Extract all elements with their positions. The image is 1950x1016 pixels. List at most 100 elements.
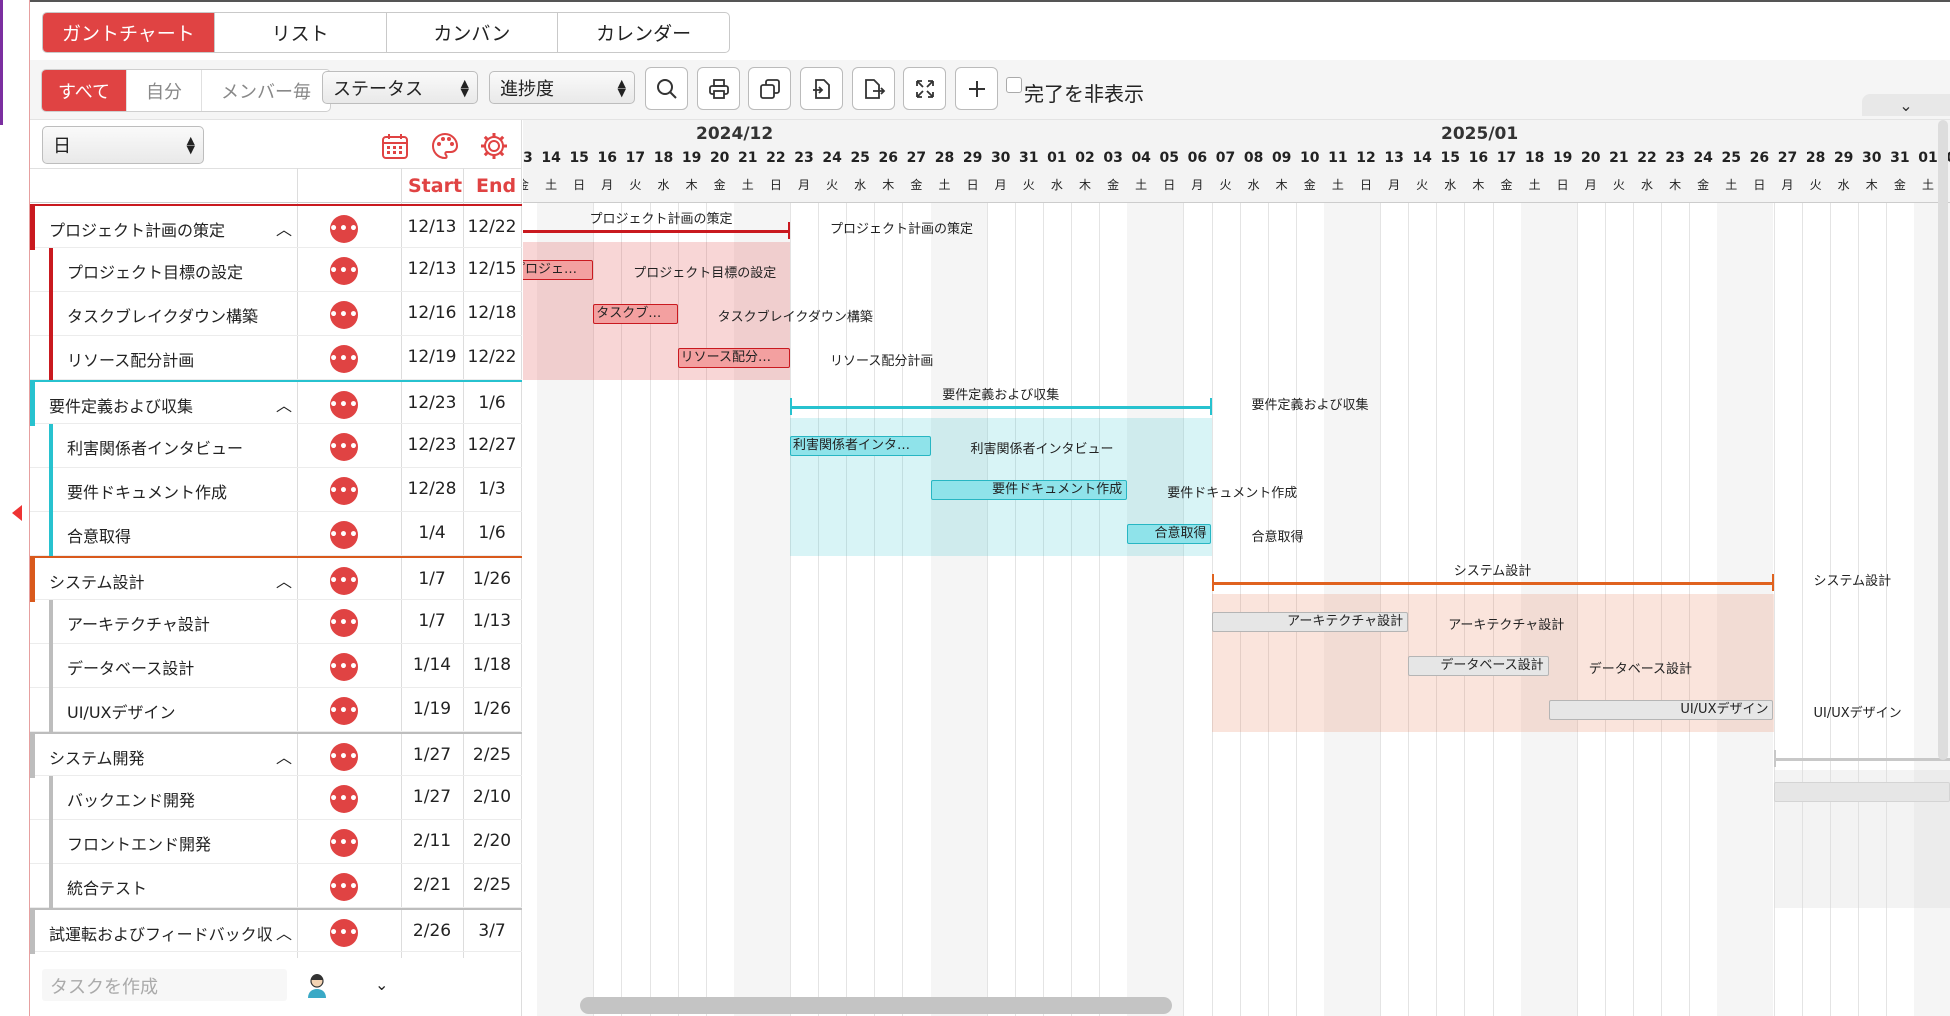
more-options-icon[interactable]: ••• bbox=[329, 919, 358, 947]
task-end-date[interactable]: 1/18 bbox=[462, 655, 522, 675]
task-bar[interactable]: 要件ドキュメント作成 bbox=[930, 480, 1128, 500]
task-start-date[interactable]: 1/14 bbox=[402, 655, 462, 675]
more-options-icon[interactable]: ••• bbox=[329, 785, 358, 813]
task-start-date[interactable]: 12/19 bbox=[402, 347, 462, 367]
status-select[interactable]: ステータス ▲ ▼ bbox=[322, 71, 478, 104]
task-name[interactable]: タスクブレイクダウン構築 bbox=[67, 303, 258, 327]
task-name[interactable]: 試運転およびフィードバック収 bbox=[49, 921, 273, 945]
task-row[interactable]: プロジェクト目標の設定 ••• 12/13 12/15 bbox=[30, 248, 522, 292]
task-row[interactable]: 利害関係者インタビュー ••• 12/23 12/27 bbox=[30, 424, 522, 468]
task-start-date[interactable]: 1/7 bbox=[402, 569, 462, 589]
task-start-date[interactable]: 2/11 bbox=[402, 831, 462, 851]
more-options-icon[interactable]: ••• bbox=[329, 873, 358, 901]
task-start-date[interactable]: 1/27 bbox=[402, 787, 462, 807]
task-start-date[interactable]: 12/28 bbox=[402, 479, 462, 499]
task-start-date[interactable]: 2/26 bbox=[402, 921, 462, 941]
task-name[interactable]: プロジェクト計画の策定 bbox=[49, 217, 225, 241]
horizontal-scrollbar[interactable] bbox=[580, 997, 1172, 1014]
more-options-icon[interactable]: ••• bbox=[329, 743, 358, 771]
task-name[interactable]: バックエンド開発 bbox=[67, 787, 195, 811]
new-task-input[interactable]: タスクを作成 bbox=[42, 969, 287, 1001]
tab-kanban[interactable]: カンバン bbox=[387, 13, 559, 52]
import-button[interactable] bbox=[800, 67, 843, 110]
task-start-date[interactable]: 12/16 bbox=[402, 303, 462, 323]
task-name[interactable]: システム開発 bbox=[49, 745, 145, 769]
filter-me[interactable]: 自分 bbox=[127, 70, 202, 111]
export-button[interactable] bbox=[852, 67, 895, 110]
task-end-date[interactable]: 2/20 bbox=[462, 831, 522, 851]
task-start-date[interactable]: 1/7 bbox=[402, 611, 462, 631]
task-end-date[interactable]: 12/27 bbox=[462, 435, 522, 455]
task-end-date[interactable]: 1/13 bbox=[462, 611, 522, 631]
task-start-date[interactable]: 1/4 bbox=[402, 523, 462, 543]
task-name[interactable]: UI/UXデザイン bbox=[67, 699, 176, 723]
task-start-date[interactable]: 12/13 bbox=[402, 259, 462, 279]
calendar-button[interactable] bbox=[380, 131, 410, 161]
hide-completed-checkbox[interactable] bbox=[1006, 77, 1022, 93]
collapse-group-icon[interactable]: ︿ bbox=[276, 568, 292, 592]
task-bar[interactable]: アーキテクチャ設計 bbox=[1211, 612, 1409, 632]
task-group-row[interactable]: プロジェクト計画の策定 ︿ ••• 12/13 12/22 bbox=[30, 204, 522, 250]
task-end-date[interactable]: 3/7 bbox=[462, 921, 522, 941]
task-row[interactable]: フロントエンド開発 ••• 2/11 2/20 bbox=[30, 820, 522, 864]
task-name[interactable]: プロジェクト目標の設定 bbox=[67, 259, 243, 283]
task-row[interactable]: アーキテクチャ設計 ••• 1/7 1/13 bbox=[30, 600, 522, 644]
task-start-date[interactable]: 12/23 bbox=[402, 435, 462, 455]
assignee-dropdown-icon[interactable]: ⌄ bbox=[375, 975, 388, 994]
task-group-row[interactable]: 試運転およびフィードバック収 ︿ ••• 2/26 3/7 bbox=[30, 908, 522, 954]
tab-list[interactable]: リスト bbox=[215, 13, 387, 52]
more-options-icon[interactable]: ••• bbox=[329, 829, 358, 857]
vertical-scrollbar[interactable] bbox=[1938, 120, 1948, 760]
task-group-row[interactable]: システム開発 ︿ ••• 1/27 2/25 bbox=[30, 732, 522, 778]
tab-gantt[interactable]: ガントチャート bbox=[43, 13, 215, 52]
task-name[interactable]: 利害関係者インタビュー bbox=[67, 435, 243, 459]
color-palette-button[interactable] bbox=[430, 131, 460, 161]
task-row[interactable]: データベース設計 ••• 1/14 1/18 bbox=[30, 644, 522, 688]
task-row[interactable]: バックエンド開発 ••• 1/27 2/10 bbox=[30, 776, 522, 820]
collapse-group-icon[interactable]: ︿ bbox=[276, 744, 292, 768]
task-end-date[interactable]: 2/25 bbox=[462, 745, 522, 765]
search-button[interactable] bbox=[645, 67, 688, 110]
fullscreen-button[interactable] bbox=[903, 67, 946, 110]
filter-by-member[interactable]: メンバー毎 bbox=[202, 70, 330, 111]
task-group-row[interactable]: システム設計 ︿ ••• 1/7 1/26 bbox=[30, 556, 522, 602]
task-end-date[interactable]: 1/3 bbox=[462, 479, 522, 499]
tab-calendar[interactable]: カレンダー bbox=[558, 13, 729, 52]
task-group-row[interactable]: 要件定義および収集 ︿ ••• 12/23 1/6 bbox=[30, 380, 522, 426]
filter-all[interactable]: すべて bbox=[42, 70, 127, 111]
print-button[interactable] bbox=[697, 67, 740, 110]
task-row[interactable]: 合意取得 ••• 1/4 1/6 bbox=[30, 512, 522, 556]
copy-button[interactable] bbox=[748, 67, 791, 110]
hide-completed-toggle[interactable]: 完了を非表示 bbox=[1006, 72, 1144, 112]
task-end-date[interactable]: 12/15 bbox=[462, 259, 522, 279]
progress-select[interactable]: 進捗度 ▲ ▼ bbox=[489, 71, 635, 104]
more-options-icon[interactable]: ••• bbox=[329, 521, 358, 549]
task-name[interactable]: リソース配分計画 bbox=[67, 347, 194, 371]
task-name[interactable]: フロントエンド開発 bbox=[67, 831, 211, 855]
collapse-toolbar-button[interactable]: ⌄ bbox=[1862, 94, 1950, 116]
more-options-icon[interactable]: ••• bbox=[329, 609, 358, 637]
task-end-date[interactable]: 12/18 bbox=[462, 303, 522, 323]
task-bar[interactable]: タスクブ… bbox=[593, 304, 678, 324]
more-options-icon[interactable]: ••• bbox=[329, 653, 358, 681]
task-name[interactable]: システム設計 bbox=[49, 569, 145, 593]
task-end-date[interactable]: 1/26 bbox=[462, 569, 522, 589]
task-bar[interactable]: プロジェ… bbox=[523, 260, 594, 280]
task-start-date[interactable]: 12/23 bbox=[402, 393, 462, 413]
task-bar[interactable]: 利害関係者インタ… bbox=[790, 436, 931, 456]
task-row[interactable]: UI/UXデザイン ••• 1/19 1/26 bbox=[30, 688, 522, 732]
task-end-date[interactable]: 12/22 bbox=[462, 217, 522, 237]
task-end-date[interactable]: 2/10 bbox=[462, 787, 522, 807]
task-bar[interactable]: リソース配分… bbox=[677, 348, 790, 368]
task-name[interactable]: 統合テスト bbox=[67, 875, 147, 899]
task-start-date[interactable]: 1/19 bbox=[402, 699, 462, 719]
more-options-icon[interactable]: ••• bbox=[329, 477, 358, 505]
more-options-icon[interactable]: ••• bbox=[329, 697, 358, 725]
task-row[interactable]: リソース配分計画 ••• 12/19 12/22 bbox=[30, 336, 522, 380]
more-options-icon[interactable]: ••• bbox=[329, 433, 358, 461]
collapse-group-icon[interactable]: ︿ bbox=[276, 392, 292, 416]
time-unit-select[interactable]: 日 ▲ ▼ bbox=[42, 126, 204, 164]
task-end-date[interactable]: 2/25 bbox=[462, 875, 522, 895]
more-options-icon[interactable]: ••• bbox=[329, 391, 358, 419]
more-options-icon[interactable]: ••• bbox=[329, 567, 358, 595]
